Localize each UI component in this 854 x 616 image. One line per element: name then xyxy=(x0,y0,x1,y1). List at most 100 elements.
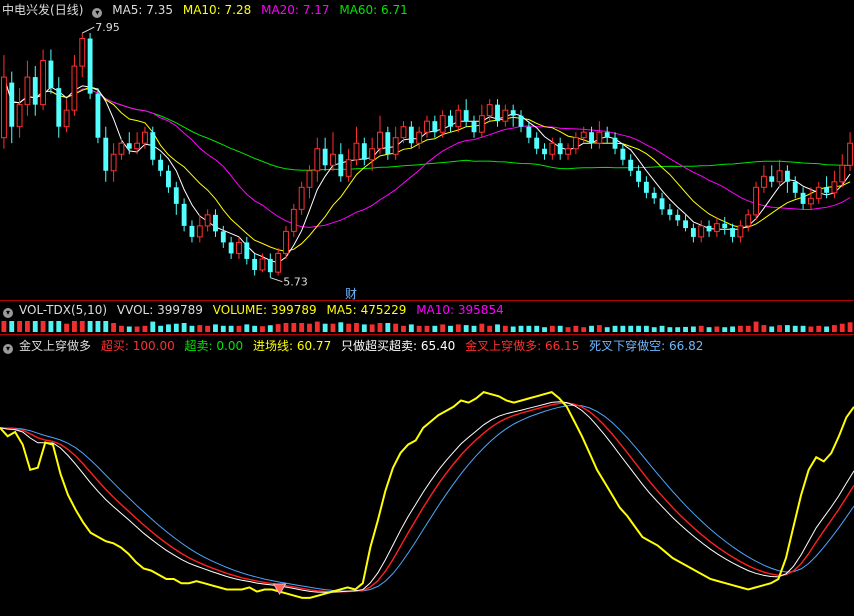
volume-bar xyxy=(103,321,109,332)
candle-up xyxy=(283,230,289,254)
candle-down xyxy=(659,198,665,210)
volume-bar xyxy=(291,323,297,332)
candle-up xyxy=(745,214,752,227)
ma5-legend: MA5: 7.35 xyxy=(112,3,174,17)
candle-up xyxy=(753,186,759,216)
price-panel-header: 中电兴发(日线) ▾ MA5: 7.35 MA10: 7.28 MA20: 7.1… xyxy=(2,2,414,18)
candle-up xyxy=(486,104,493,117)
volume-bar xyxy=(9,321,15,332)
volume-bar xyxy=(659,325,665,332)
candle-down xyxy=(103,137,109,171)
volume-bar xyxy=(369,324,375,332)
candle-up xyxy=(760,175,767,188)
volume-bar xyxy=(330,323,336,332)
candle-up xyxy=(0,76,7,139)
menu-arrow-icon[interactable]: ▾ xyxy=(3,344,13,354)
candle-up xyxy=(330,153,336,166)
high-marker-label: 7.95 xyxy=(95,21,120,34)
stock-name[interactable]: 中电兴发 xyxy=(2,3,50,17)
candle-up xyxy=(236,241,242,254)
candle-up xyxy=(298,186,305,210)
menu-arrow-icon[interactable]: ▾ xyxy=(92,8,103,18)
candle-down xyxy=(604,132,610,138)
volume-bar xyxy=(260,326,265,332)
candle-down xyxy=(471,121,477,133)
volume-bar xyxy=(620,325,626,332)
volume-bar xyxy=(839,323,845,332)
period-label[interactable]: (日线) xyxy=(50,3,83,17)
volume-bar xyxy=(565,327,571,332)
volume-bar xyxy=(408,324,414,332)
volume-bar xyxy=(777,325,782,332)
volume-bar xyxy=(518,325,524,332)
volume-bar xyxy=(79,321,85,332)
entry-line-legend: 进场线: 60.77 xyxy=(252,339,332,353)
volume-bar xyxy=(745,325,751,332)
candle-up xyxy=(737,225,744,238)
candle-up xyxy=(478,115,485,133)
candle-down xyxy=(361,143,367,160)
overbought-legend: 超买: 100.00 xyxy=(100,339,175,353)
candle-up xyxy=(16,104,23,128)
candle-down xyxy=(32,77,38,105)
candle-up xyxy=(290,208,297,232)
volume-bar xyxy=(111,323,117,332)
volume-bar xyxy=(463,325,469,332)
vol-ma10-legend: MA10: 395854 xyxy=(416,303,504,317)
indicator-name[interactable]: 金叉上穿做多 xyxy=(19,339,91,353)
volume-bar xyxy=(455,324,461,332)
volume-bar xyxy=(667,327,673,332)
oversold-legend: 超卖: 0.00 xyxy=(184,339,244,353)
volume-bar xyxy=(761,325,767,332)
candle-down xyxy=(589,132,594,144)
menu-arrow-icon[interactable]: ▾ xyxy=(3,308,13,318)
ma20-line xyxy=(3,76,851,228)
high-marker-arrow xyxy=(82,26,95,34)
low-marker-label: 5.73 xyxy=(283,276,308,289)
volume-bar xyxy=(72,321,77,332)
candle-down xyxy=(244,242,250,259)
indicator-panel-header: ▾ 金叉上穿做多 超买: 100.00 超卖: 0.00 进场线: 60.77 只… xyxy=(2,338,709,354)
candle-down xyxy=(228,242,234,254)
volume-bar xyxy=(126,326,132,332)
death-cross-legend: 死叉下穿做空: 66.82 xyxy=(589,339,704,353)
volume-bar xyxy=(377,323,383,332)
candle-up xyxy=(400,126,407,139)
candle-down xyxy=(181,203,187,226)
candle-up xyxy=(134,142,141,150)
volume-bar xyxy=(338,322,344,332)
volume-bar xyxy=(166,324,171,332)
candle-up xyxy=(392,137,399,155)
volume-bar xyxy=(487,325,493,332)
volume-bar xyxy=(361,324,367,332)
volume-bar xyxy=(432,325,438,332)
candle-down xyxy=(651,192,657,199)
volume-bar xyxy=(698,325,704,332)
candle-down xyxy=(628,159,634,171)
volume-bar xyxy=(549,325,555,332)
volume-bar xyxy=(252,325,258,332)
price-panel[interactable] xyxy=(0,33,854,278)
candle-up xyxy=(565,148,571,155)
volume-bar xyxy=(612,325,618,332)
candle-up xyxy=(314,148,321,172)
volume-bar xyxy=(542,327,547,332)
candle-down xyxy=(784,170,790,182)
volume-bar xyxy=(651,327,657,332)
volume-bar xyxy=(416,325,422,332)
volume-bar xyxy=(134,326,140,332)
volume-bar xyxy=(275,324,281,332)
indicator-panel[interactable] xyxy=(0,390,854,599)
vvol-legend: VVOL: 399789 xyxy=(116,303,203,317)
candle-down xyxy=(95,93,101,138)
volume-bar xyxy=(557,325,563,332)
candle-up xyxy=(596,131,603,144)
candle-down xyxy=(706,225,712,232)
volume-bar xyxy=(722,327,728,332)
volume-bar xyxy=(730,326,735,332)
volume-indicator-name[interactable]: VOL-TDX(5,10) xyxy=(19,303,107,317)
volume-bar xyxy=(792,325,798,332)
volume-bar xyxy=(173,323,179,332)
ma60-legend: MA60: 6.71 xyxy=(339,3,408,17)
candle-up xyxy=(204,214,211,227)
